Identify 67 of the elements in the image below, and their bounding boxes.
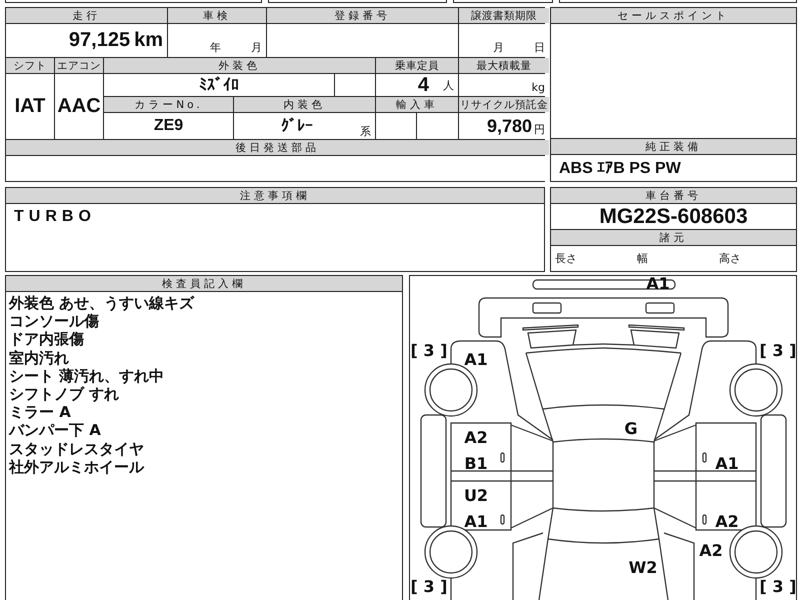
damage-code: A1: [464, 512, 488, 531]
inspection-note: 社外アルミホイール: [9, 458, 146, 476]
unit-label: km: [134, 29, 163, 52]
field-label: 車台番号: [551, 188, 796, 203]
field-label: 乗車定員: [376, 58, 458, 73]
tire-depth: [ 3 ]: [410, 341, 448, 360]
field-label: シフト: [6, 58, 54, 73]
damage-code: A2: [715, 512, 739, 531]
field-label: 登録番号: [267, 8, 458, 23]
field-label: 長さ: [555, 251, 577, 266]
field-label: 後日発送部品: [6, 140, 549, 155]
unit-label: 系: [360, 124, 372, 139]
field-label: 諸元: [551, 230, 796, 245]
damage-code: A2: [699, 541, 723, 560]
field-value: TURBO: [14, 208, 96, 225]
damage-code: W2: [628, 558, 658, 577]
field-value: 9,780: [486, 116, 532, 136]
field-label: エアコン: [55, 58, 103, 73]
tire-depth: [ 3 ]: [410, 577, 448, 596]
damage-code: B1: [464, 454, 488, 473]
inspection-note: コンソール傷: [9, 312, 100, 330]
inspection-note: ドア内張傷: [9, 330, 85, 349]
field-label: 最大積載量: [459, 58, 549, 73]
field-label: カラーNo.: [104, 97, 233, 112]
damage-code: A1: [464, 350, 488, 369]
unit-label: kg: [532, 81, 545, 94]
field-value: ABS ｴｱB PS PW: [559, 158, 681, 178]
tire-depth: [ 3 ]: [760, 577, 796, 596]
inspection-note: シフトノブ すれ: [9, 385, 120, 404]
unit-label: 月: [251, 40, 262, 55]
damage-code: G: [624, 419, 638, 438]
chassis-number: MG22S-608603: [599, 204, 748, 228]
damage-code: A2: [464, 428, 488, 447]
unit-label: 人: [443, 78, 454, 92]
field-label: 検査員記入欄: [6, 276, 402, 291]
damage-code: U2: [464, 486, 488, 505]
field-value: IAT: [14, 95, 46, 118]
field-label: 輸入車: [376, 97, 458, 112]
field-value: AAC: [57, 95, 101, 118]
unit-label: 月: [493, 40, 504, 55]
field-label: 車検: [168, 8, 266, 23]
field-label: セールスポイント: [551, 8, 796, 23]
field-value: ZE9: [154, 117, 184, 135]
damage-code: A1: [715, 454, 739, 473]
field-value: ｸﾞﾚｰ: [281, 116, 313, 136]
unit-label: 年: [210, 40, 221, 55]
field-label: 純正装備: [551, 139, 796, 154]
field-label: 内装色: [234, 97, 375, 112]
field-label: 譲渡書類期限: [459, 8, 549, 23]
field-value: 4: [418, 74, 429, 96]
inspection-note: バンパー下 A: [9, 421, 102, 440]
inspection-note: 室内汚れ: [9, 348, 70, 367]
inspection-note: スタッドレスタイヤ: [9, 440, 145, 458]
unit-label: 円: [534, 122, 545, 138]
field-label: 走行: [6, 8, 167, 23]
unit-label: 日: [534, 40, 545, 55]
field-value: ﾐｽﾞｲﾛ: [199, 76, 239, 94]
field-label: 高さ: [719, 251, 741, 266]
inspection-note: ミラー A: [9, 403, 72, 422]
mileage-value: 97,125: [68, 29, 130, 52]
inspection-note: 外装色 あせ、うすい線キズ: [9, 294, 196, 312]
inspection-note: シート 薄汚れ、すれ中: [9, 366, 166, 386]
tire-depth: [ 3 ]: [760, 341, 796, 360]
field-label: 注意事項欄: [6, 188, 544, 203]
field-label: リサイクル預託金: [459, 97, 549, 112]
field-label: 外装色: [104, 58, 375, 73]
field-label: 幅: [637, 251, 648, 266]
